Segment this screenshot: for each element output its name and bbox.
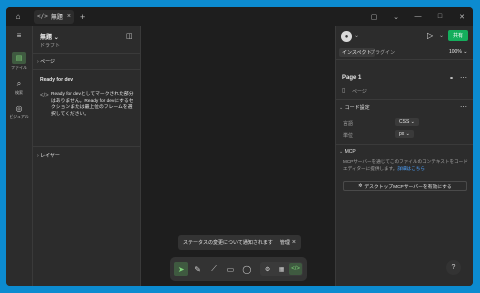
design-mode-icon[interactable]: ⚙ <box>261 263 274 275</box>
chevron-down-icon[interactable]: ⌄ <box>385 13 407 21</box>
left-panel: 無題 ⌄ ドラフト ◫ › ページ Ready for dev </> Read… <box>33 26 141 286</box>
page-subtitle: ページ <box>352 89 367 95</box>
mcp-icon: ✲ <box>358 183 363 189</box>
layers-section[interactable]: › レイヤー <box>37 152 60 159</box>
chevron-down-icon: ⌄ <box>339 149 344 155</box>
file-tab[interactable]: </> 無題 × <box>34 9 74 24</box>
language-label: 言語 <box>343 121 354 127</box>
unit-value: px <box>399 131 405 137</box>
language-select[interactable]: CSS ⌄ <box>395 118 419 126</box>
prototype-mode-icon[interactable]: ▦ <box>275 263 288 275</box>
toast-message: ステータスの変更について通知されます <box>183 240 273 246</box>
panel-toggle-icon[interactable]: ◫ <box>126 32 133 40</box>
tab-title: 無題 <box>50 15 63 21</box>
code-settings-header: コード設定 <box>344 105 370 111</box>
ready-description: Ready for devとしてマークされた部分はありません。Ready for… <box>51 92 134 117</box>
comment-tool-icon[interactable]: ▭ <box>223 262 237 276</box>
new-tab-icon[interactable]: + <box>80 12 85 22</box>
minimize-icon[interactable]: — <box>407 13 429 20</box>
link-icon[interactable]: ⚭ <box>449 75 454 82</box>
rail-label-search: 検索 <box>15 90 23 95</box>
divider <box>336 144 473 145</box>
tab-plugin[interactable]: プラグイン <box>370 49 395 56</box>
language-value: CSS <box>399 119 410 125</box>
divider <box>33 69 140 70</box>
bottom-toolbar: ➤ ✎ ⟋ ▭ ◯ ⚙ ▦ </> <box>170 257 307 281</box>
more-icon[interactable]: ⋯ <box>460 103 467 111</box>
rail-item-visual[interactable]: ◎ ビジュアル <box>6 104 32 120</box>
chevron-right-icon: › <box>37 59 39 65</box>
toast-close-icon[interactable]: × <box>292 239 296 246</box>
divider <box>336 59 473 60</box>
chevron-down-icon: ⌄ <box>339 105 344 111</box>
home-icon[interactable]: ⌂ <box>10 9 26 25</box>
code-icon: </> <box>37 13 48 20</box>
left-rail: ≡ ▤ ファイル ⌕ 検索 ◎ ビジュアル <box>6 26 33 286</box>
mcp-section[interactable]: ⌄ MCP <box>339 149 356 155</box>
chevron-down-icon: ⌄ <box>405 131 410 137</box>
move-tool-icon[interactable]: ➤ <box>174 262 189 276</box>
page-title: Page 1 <box>342 75 362 81</box>
play-icon[interactable]: ▷ <box>427 31 433 40</box>
pen-tool-icon[interactable]: ✎ <box>190 262 204 276</box>
mcp-header: MCP <box>344 149 356 155</box>
mcp-learn-more-link[interactable]: 詳細はこちら <box>397 166 425 171</box>
pages-header: ページ <box>40 59 55 65</box>
shape-tool-icon[interactable]: ◯ <box>240 262 254 276</box>
code-icon: </> <box>40 93 49 99</box>
close-tab-icon[interactable]: × <box>67 13 71 20</box>
chevron-down-icon[interactable]: ⌄ <box>439 32 444 39</box>
doc-title[interactable]: 無題 ⌄ <box>40 32 59 41</box>
notification-toast: ステータスの変更について通知されます 管理 × <box>178 235 301 250</box>
chevron-down-icon[interactable]: ⌄ <box>354 32 359 39</box>
toast-manage-button[interactable]: 管理 <box>280 239 290 246</box>
zoom-value: 100% <box>449 49 462 55</box>
help-button[interactable]: ? <box>446 260 461 275</box>
share-button[interactable]: 共有 <box>448 30 468 41</box>
pages-section[interactable]: › ページ <box>37 58 55 65</box>
right-panel: ● ⌄ ▷ ⌄ 共有 インスペクト プラグイン 100% ⌄ Page 1 ⚭ … <box>335 26 473 286</box>
page-icon: ▯ <box>342 88 346 94</box>
enable-mcp-label: デスクトップMCPサーバーを有効にする <box>364 184 452 190</box>
chevron-right-icon: › <box>37 153 39 159</box>
enable-mcp-button[interactable]: ✲ デスクトップMCPサーバーを有効にする <box>343 181 467 191</box>
rail-item-search[interactable]: ⌕ 検索 <box>6 79 32 96</box>
more-icon[interactable]: ⋯ <box>460 74 467 82</box>
divider <box>336 99 473 100</box>
code-settings-section[interactable]: ⌄ コード設定 <box>339 104 370 111</box>
unit-select[interactable]: px ⌄ <box>395 130 414 138</box>
rail-label-visual: ビジュアル <box>9 114 29 119</box>
mode-switch: ⚙ ▦ </> <box>260 262 304 276</box>
close-window-icon[interactable]: ✕ <box>451 13 473 21</box>
divider <box>33 146 140 147</box>
zoom-control[interactable]: 100% ⌄ <box>449 49 467 55</box>
dev-mode-icon[interactable]: </> <box>289 263 303 275</box>
avatar[interactable]: ● <box>341 31 352 42</box>
divider <box>33 53 140 54</box>
file-icon: ▤ <box>12 52 26 64</box>
layers-header: レイヤー <box>40 153 60 159</box>
doc-subtitle: ドラフト <box>40 43 61 49</box>
unit-label: 単位 <box>343 133 354 139</box>
chevron-down-icon: ⌄ <box>410 119 415 125</box>
visual-icon: ◎ <box>15 104 23 113</box>
mcp-description: MCPサーバーを通じてこのファイルのコンテキストをコードエディターに提供します。… <box>343 159 469 172</box>
book-icon[interactable]: ▢ <box>363 13 385 21</box>
chevron-down-icon: ⌄ <box>53 35 59 41</box>
rail-item-file[interactable]: ▤ ファイル <box>6 52 32 71</box>
maximize-icon[interactable]: □ <box>429 13 451 20</box>
ready-title: Ready for dev <box>40 77 74 83</box>
menu-icon[interactable]: ≡ <box>6 31 32 40</box>
rail-label-file: ファイル <box>11 65 27 70</box>
ruler-tool-icon[interactable]: ⟋ <box>207 262 221 276</box>
chevron-down-icon: ⌄ <box>463 49 468 55</box>
title-bar: ⌂ </> 無題 × + ▢ ⌄ — □ ✕ <box>6 7 473 26</box>
search-icon: ⌕ <box>16 79 22 88</box>
